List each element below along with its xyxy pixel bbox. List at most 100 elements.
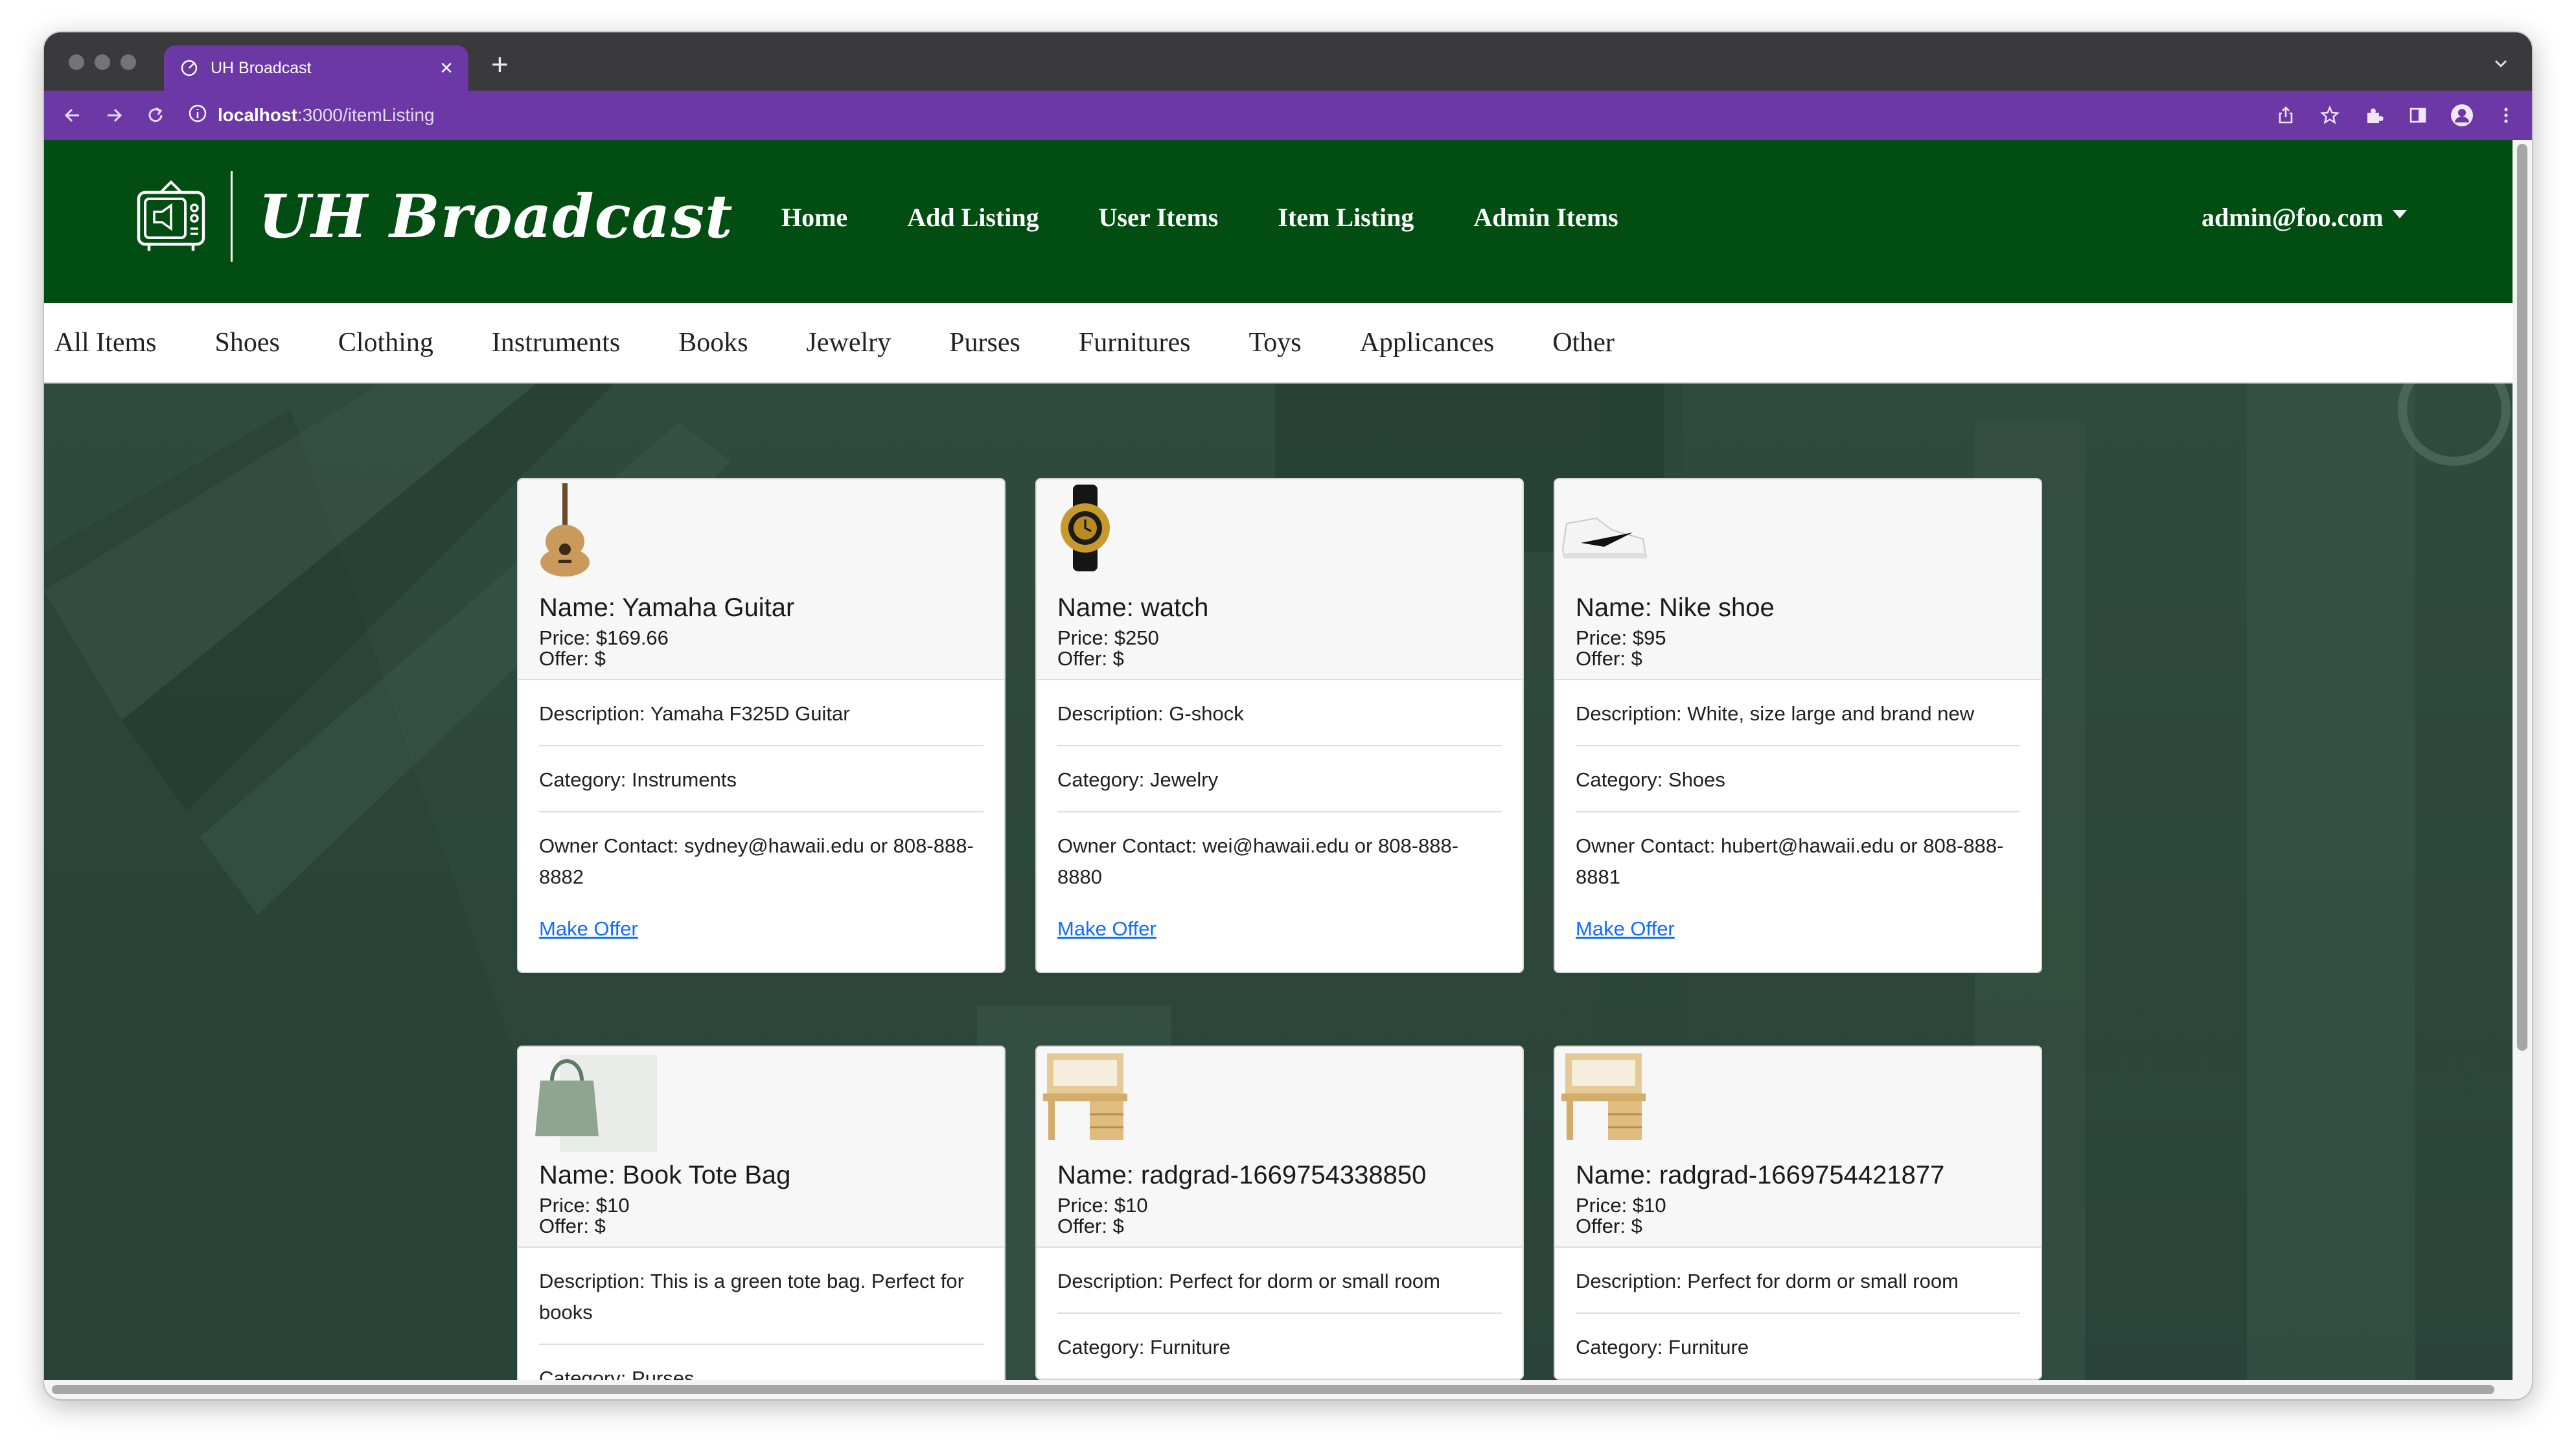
- item-card: Name: Book Tote Bag Price: $10 Offer: $ …: [517, 1046, 1006, 1380]
- category-jewelry[interactable]: Jewelry: [807, 327, 891, 358]
- horizontal-scrollbar[interactable]: [44, 1380, 2532, 1399]
- item-contact: Owner Contact: hubert@hawaii.edu or 808-…: [1576, 834, 2004, 888]
- extensions-puzzle-icon[interactable]: [2361, 102, 2387, 128]
- favicon-icon: [179, 58, 199, 78]
- item-offer: Offer: $: [539, 1215, 606, 1237]
- category-clothing[interactable]: Clothing: [338, 327, 433, 358]
- bookmark-star-icon[interactable]: [2317, 102, 2343, 128]
- tab-uh-broadcast[interactable]: UH Broadcast ×: [164, 45, 468, 91]
- reload-icon[interactable]: [143, 102, 168, 128]
- brand-name: UH Broadcast: [259, 181, 733, 251]
- back-arrow-icon[interactable]: [60, 102, 86, 128]
- make-offer-link[interactable]: Make Offer: [539, 917, 638, 941]
- minimize-window-icon[interactable]: [95, 54, 110, 70]
- item-offer: Offer: $: [1057, 1215, 1124, 1237]
- item-category: Category: Furniture: [1057, 1336, 1231, 1358]
- card-header: Name: radgrad-1669754421877 Price: $10 O…: [1555, 1047, 2041, 1248]
- tab-strip: UH Broadcast × +: [44, 32, 2532, 91]
- item-price: Price: $10: [539, 1194, 630, 1217]
- item-price: Price: $10: [1057, 1194, 1148, 1217]
- main-nav: Home Add Listing User Items Item Listing…: [781, 202, 1678, 233]
- side-panel-icon[interactable]: [2405, 102, 2431, 128]
- item-price: Price: $169.66: [539, 626, 669, 649]
- forward-arrow-icon[interactable]: [101, 102, 127, 128]
- page-viewport: UH Broadcast Home Add Listing User Items…: [44, 140, 2513, 1380]
- category-shoes[interactable]: Shoes: [214, 327, 279, 358]
- vertical-scroll-thumb[interactable]: [2517, 144, 2527, 1051]
- vertical-scrollbar[interactable]: [2513, 140, 2532, 1380]
- item-name: Name: radgrad-1669754421877: [1576, 1161, 1945, 1189]
- item-contact: Owner Contact: sydney@hawaii.edu or 808-…: [539, 834, 974, 888]
- category-toys[interactable]: Toys: [1249, 327, 1302, 358]
- card-header: Name: Yamaha Guitar Price: $169.66 Offer…: [518, 479, 1004, 680]
- nav-item-listing[interactable]: Item Listing: [1278, 202, 1414, 233]
- category-furnitures[interactable]: Furnitures: [1079, 327, 1191, 358]
- shoe-image: [1561, 487, 1694, 584]
- tab-search-chevron-icon[interactable]: [2489, 52, 2513, 75]
- caret-down-icon: [2392, 210, 2407, 218]
- url-host: localhost: [218, 105, 297, 125]
- tab-title: UH Broadcast: [211, 58, 312, 77]
- close-window-icon[interactable]: [69, 54, 84, 70]
- item-name: Name: Nike shoe: [1576, 593, 1775, 622]
- item-category: Category: Furniture: [1576, 1336, 1749, 1358]
- url-path: :3000/itemListing: [297, 105, 435, 125]
- profile-avatar-icon[interactable]: [2449, 102, 2475, 128]
- zoom-window-icon[interactable]: [121, 54, 136, 70]
- user-email: admin@foo.com: [2202, 203, 2384, 232]
- tote-bag-image: [535, 1055, 657, 1152]
- desk-image: [1043, 1053, 1175, 1152]
- nav-admin-items[interactable]: Admin Items: [1473, 202, 1618, 233]
- card-header: Name: Nike shoe Price: $95 Offer: $: [1555, 479, 2041, 680]
- item-card: Name: radgrad-1669754338850 Price: $10 O…: [1035, 1046, 1524, 1380]
- category-bar: All Items Shoes Clothing Instruments Boo…: [44, 303, 2513, 384]
- item-offer: Offer: $: [1576, 1215, 1642, 1237]
- new-tab-icon[interactable]: +: [491, 49, 509, 79]
- make-offer-link[interactable]: Make Offer: [1576, 917, 1675, 941]
- horizontal-scroll-thumb[interactable]: [52, 1385, 2494, 1394]
- item-category: Category: Instruments: [539, 746, 983, 812]
- item-category: Category: Jewelry: [1057, 746, 1502, 812]
- brand-divider: [231, 171, 233, 262]
- item-card: Name: watch Price: $250 Offer: $ Descrip…: [1035, 478, 1524, 973]
- item-offer: Offer: $: [1576, 647, 1642, 670]
- category-instruments[interactable]: Instruments: [492, 327, 620, 358]
- item-price: Price: $250: [1057, 626, 1159, 649]
- item-offer: Offer: $: [1057, 647, 1124, 670]
- item-offer: Offer: $: [539, 647, 606, 670]
- category-other[interactable]: Other: [1552, 327, 1615, 358]
- category-books[interactable]: Books: [678, 327, 748, 358]
- item-name: Name: radgrad-1669754338850: [1057, 1161, 1427, 1189]
- nav-home[interactable]: Home: [781, 202, 847, 233]
- item-description: Description: White, size large and brand…: [1576, 680, 2020, 746]
- nav-user-items[interactable]: User Items: [1099, 202, 1219, 233]
- item-name: Name: Book Tote Bag: [539, 1161, 791, 1189]
- address-bar[interactable]: localhost:3000/itemListing: [188, 104, 435, 128]
- item-description: Description: Perfect for dorm or small r…: [1057, 1248, 1502, 1314]
- campus-background-image: Name: Yamaha Guitar Price: $169.66 Offer…: [44, 384, 2513, 1380]
- item-contact: Owner Contact: wei@hawaii.edu or 808-888…: [1057, 834, 1459, 888]
- browser-toolbar: localhost:3000/itemListing: [44, 91, 2532, 140]
- share-icon[interactable]: [2273, 102, 2299, 128]
- brand[interactable]: UH Broadcast: [136, 171, 733, 262]
- category-purses[interactable]: Purses: [949, 327, 1020, 358]
- guitar-image: [540, 483, 657, 584]
- card-header: Name: Book Tote Bag Price: $10 Offer: $: [518, 1047, 1004, 1248]
- user-dropdown[interactable]: admin@foo.com: [2202, 202, 2407, 233]
- desk-image: [1561, 1053, 1694, 1152]
- site-info-icon[interactable]: [188, 104, 207, 128]
- card-header: Name: radgrad-1669754338850 Price: $10 O…: [1037, 1047, 1523, 1248]
- tab-close-icon[interactable]: ×: [440, 57, 453, 79]
- browser-menu-icon[interactable]: [2493, 102, 2519, 128]
- category-all-items[interactable]: All Items: [54, 327, 156, 358]
- watch-image: [1061, 485, 1175, 584]
- item-name: Name: Yamaha Guitar: [539, 593, 795, 622]
- category-applicances[interactable]: Applicances: [1360, 327, 1495, 358]
- nav-add-listing[interactable]: Add Listing: [907, 202, 1039, 233]
- site-navbar: UH Broadcast Home Add Listing User Items…: [44, 140, 2513, 303]
- make-offer-link[interactable]: Make Offer: [1057, 917, 1156, 941]
- item-name: Name: watch: [1057, 593, 1209, 622]
- item-card: Name: radgrad-1669754421877 Price: $10 O…: [1554, 1046, 2042, 1380]
- item-card: Name: Yamaha Guitar Price: $169.66 Offer…: [517, 478, 1006, 973]
- browser-window: UH Broadcast × + localhost:3000/itemList…: [44, 32, 2532, 1399]
